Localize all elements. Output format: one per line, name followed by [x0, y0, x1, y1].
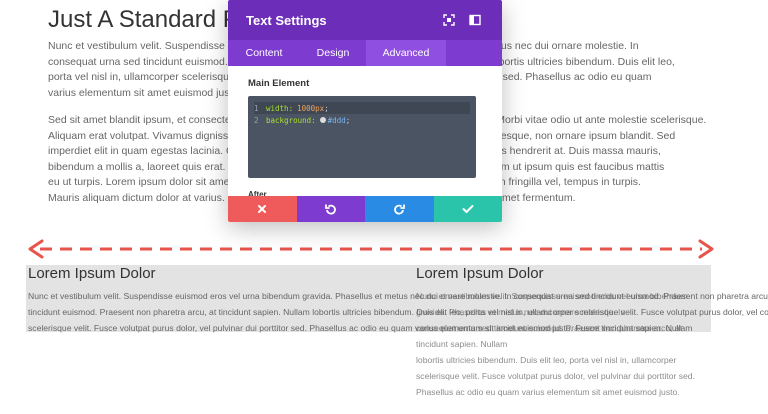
expand-icon[interactable] — [440, 11, 458, 29]
block-line: scelerisque velit. Fusce volutpat purus … — [416, 371, 695, 381]
block-line: Nunc et vestibulum velit. Suspendisse eu… — [416, 291, 688, 301]
sidebar-toggle-icon[interactable] — [466, 11, 484, 29]
block-title-right: Lorem Ipsum Dolor — [416, 265, 544, 282]
checkmark-icon — [462, 205, 474, 213]
modal-tabs: Content Design Advanced — [228, 40, 502, 66]
modal-header: Text Settings — [228, 0, 502, 40]
main-element-label: Main Element — [248, 78, 310, 89]
block-line: tincidunt sapien. Nullam — [416, 339, 508, 349]
width-arrow — [28, 239, 714, 259]
redo-icon — [394, 204, 406, 215]
block-line: lobortis ultricies bibendum. Duis elit l… — [416, 355, 677, 365]
tab-content[interactable]: Content — [228, 40, 300, 66]
css-property: background: — [266, 115, 316, 125]
code-line: 1 width: 1000px ; — [254, 102, 470, 114]
css-value: #ddd — [327, 115, 346, 125]
close-icon — [258, 205, 267, 213]
block-title-left: Lorem Ipsum Dolor — [28, 265, 156, 282]
css-value: 1000px — [297, 103, 325, 113]
tab-design[interactable]: Design — [300, 40, 366, 66]
block-line: consequat urna sed tincidunt euismod. Pr… — [416, 323, 683, 333]
modal-title: Text Settings — [246, 12, 327, 28]
redo-button[interactable] — [365, 196, 434, 222]
css-semicolon: ; — [324, 103, 329, 113]
block-text-right: Nunc et vestibulum velit. Suspendisse eu… — [416, 288, 766, 400]
undo-icon — [324, 204, 336, 215]
text-settings-modal: Text Settings Content Design Advanced Ma… — [228, 0, 502, 222]
page-title: Just A Standard P — [48, 6, 239, 33]
css-code-editor[interactable]: 1 width: 1000px ; 2 background: #ddd ; — [248, 96, 476, 178]
line-number: 1 — [254, 103, 259, 113]
cancel-button[interactable] — [228, 196, 297, 222]
modal-body: Main Element 1 width: 1000px ; 2 backgro… — [228, 66, 502, 199]
code-line: 2 background: #ddd ; — [254, 114, 470, 126]
tab-advanced[interactable]: Advanced — [366, 40, 446, 66]
line-number: 2 — [254, 115, 259, 125]
block-line: Phasellus ac odio eu quam varius element… — [416, 387, 680, 397]
block-line: gravida. Phasellus et metus nec dui orna… — [416, 307, 626, 317]
color-swatch-icon — [319, 117, 326, 123]
css-semicolon: ; — [345, 115, 351, 125]
css-property: width: — [266, 103, 294, 113]
modal-actions — [228, 196, 502, 222]
undo-button[interactable] — [296, 196, 365, 222]
save-button[interactable] — [433, 196, 502, 222]
